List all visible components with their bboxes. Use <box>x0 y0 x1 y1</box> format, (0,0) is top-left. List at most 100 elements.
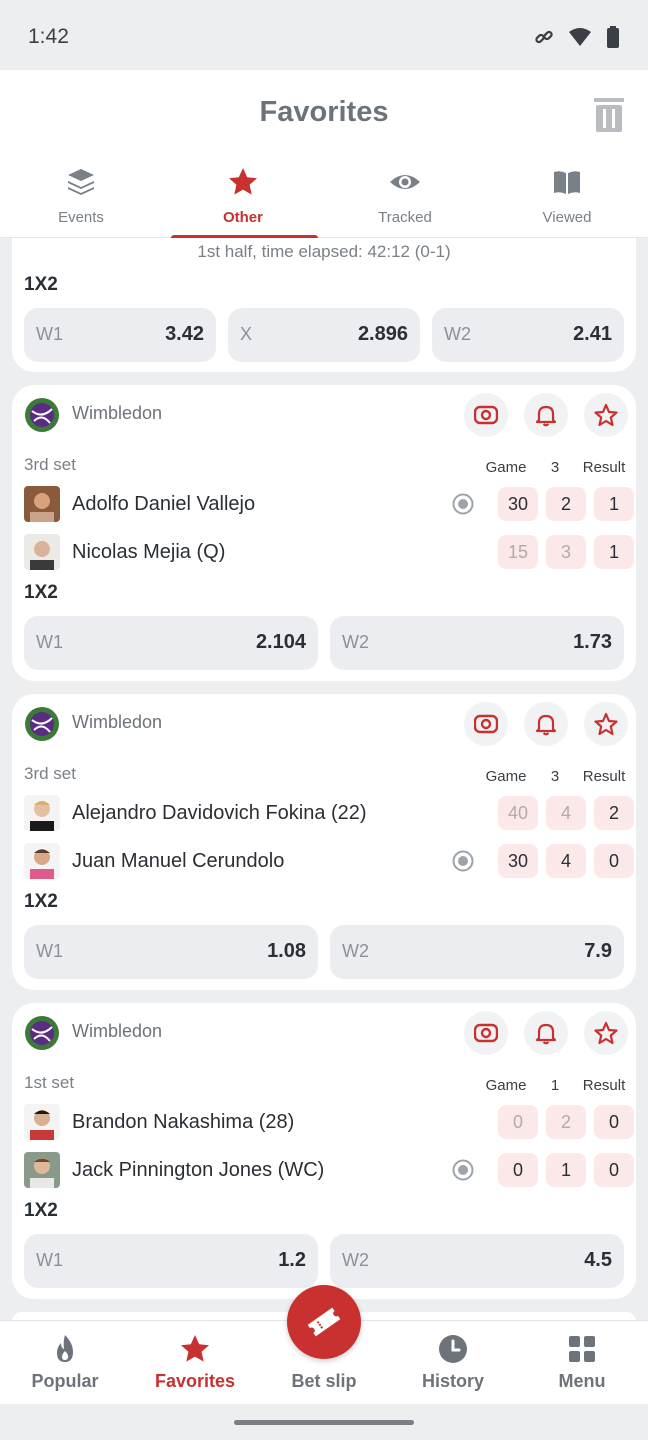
score-game: 0 <box>498 1153 538 1187</box>
odds-button-x[interactable]: X 2.896 <box>228 308 420 362</box>
score-result: 2 <box>594 796 634 830</box>
serve-indicator-icon <box>452 1159 474 1181</box>
market-label: 1X2 <box>24 582 58 603</box>
match-card[interactable]: Wimbledon 3rd set Game 3 Result Adolfo D… <box>12 385 636 681</box>
home-indicator[interactable] <box>234 1420 414 1425</box>
odds-button-w1[interactable]: W1 3.42 <box>24 308 216 362</box>
col-header-set: 1 <box>550 1077 560 1094</box>
odds-label: W2 <box>342 632 369 652</box>
col-header-result: Result <box>582 459 626 476</box>
player-avatar <box>24 1152 60 1188</box>
score-game: 30 <box>498 487 538 521</box>
favorite-button[interactable] <box>584 393 628 437</box>
status-bar: 1:42 <box>0 0 648 70</box>
score-set: 4 <box>546 796 586 830</box>
odds-value: 2.104 <box>255 631 306 653</box>
score-result: 1 <box>594 487 634 521</box>
stream-icon <box>474 405 498 425</box>
link-icon <box>535 30 553 44</box>
gesture-bar <box>0 1404 648 1440</box>
bell-icon <box>535 405 557 427</box>
odds-label: W1 <box>36 941 63 961</box>
nav-favorites[interactable]: Favorites <box>130 1321 260 1405</box>
star-outline-icon <box>594 712 618 736</box>
nav-popular[interactable]: Popular <box>0 1321 130 1405</box>
odds-button-w2[interactable]: W2 7.9 <box>330 925 624 979</box>
score-set: 3 <box>546 535 586 569</box>
nav-label: History <box>421 1371 484 1391</box>
score-game: 40 <box>498 796 538 830</box>
market-label: 1X2 <box>24 891 58 912</box>
tab-tracked[interactable]: Tracked <box>324 162 486 238</box>
player-avatar <box>24 1104 60 1140</box>
col-header-game: Game <box>485 768 527 785</box>
wimbledon-logo-icon <box>25 398 59 432</box>
odds-button-w2[interactable]: W2 2.41 <box>432 308 624 362</box>
odds-button-w1[interactable]: W1 1.2 <box>24 1234 318 1288</box>
star-icon <box>229 168 257 195</box>
odds-button-w2[interactable]: W2 4.5 <box>330 1234 624 1288</box>
star-icon <box>181 1335 209 1362</box>
score-game: 0 <box>498 1105 538 1139</box>
match-card[interactable]: Wimbledon 3rd set Game 3 Result Alejandr… <box>12 694 636 990</box>
score-result: 0 <box>594 1105 634 1139</box>
odds-label: W1 <box>36 1250 63 1270</box>
player-name: Juan Manuel Cerundolo <box>72 850 285 872</box>
set-label: 1st set <box>24 1073 75 1092</box>
tab-viewed[interactable]: Viewed <box>486 162 648 238</box>
match-card[interactable]: Wimbledon 1st set Game 1 Result Brandon … <box>12 1003 636 1299</box>
notify-button[interactable] <box>524 702 568 746</box>
player-name: Adolfo Daniel Vallejo <box>72 493 256 515</box>
score-set: 2 <box>546 487 586 521</box>
market-label: 1X2 <box>24 274 58 295</box>
serve-indicator-icon <box>452 493 474 515</box>
favorite-button[interactable] <box>584 1011 628 1055</box>
tab-events[interactable]: Events <box>0 162 162 238</box>
tournament-name: Wimbledon <box>72 403 163 423</box>
odds-button-w2[interactable]: W2 1.73 <box>330 616 624 670</box>
player-avatar <box>24 534 60 570</box>
odds-label: W2 <box>342 1250 369 1270</box>
col-header-game: Game <box>485 1077 527 1094</box>
player-row: Nicolas Mejia (Q) 15 3 1 <box>24 533 634 571</box>
notify-button[interactable] <box>524 1011 568 1055</box>
favorites-tabs: Events Other Tracked Viewed <box>0 162 648 239</box>
nav-history[interactable]: History <box>388 1321 518 1405</box>
stream-button[interactable] <box>464 702 508 746</box>
tab-events-label: Events <box>58 209 104 226</box>
nav-menu[interactable]: Menu <box>517 1321 647 1405</box>
favorite-button[interactable] <box>584 702 628 746</box>
bet-slip-button[interactable] <box>287 1285 361 1359</box>
stream-icon <box>474 1023 498 1043</box>
book-icon <box>554 171 580 194</box>
app-header: Favorites Events Other Tracked Viewed <box>0 70 648 239</box>
odds-label: W1 <box>36 324 63 344</box>
col-header-set: 3 <box>550 768 560 785</box>
odds-label: W1 <box>36 632 63 652</box>
odds-button-w1[interactable]: W1 1.08 <box>24 925 318 979</box>
stream-button[interactable] <box>464 393 508 437</box>
match-card-partial[interactable]: 1st half, time elapsed: 42:12 (0-1) 1X2 … <box>12 238 636 372</box>
score-set: 1 <box>546 1153 586 1187</box>
wimbledon-logo-icon <box>25 707 59 741</box>
player-name: Nicolas Mejia (Q) <box>72 541 226 563</box>
star-outline-icon <box>594 403 618 427</box>
col-header-result: Result <box>582 768 626 785</box>
ticket-icon <box>307 1307 341 1337</box>
bell-icon <box>535 714 557 736</box>
tournament-name: Wimbledon <box>72 712 163 732</box>
nav-label: Bet slip <box>291 1371 357 1391</box>
odds-button-w1[interactable]: W1 2.104 <box>24 616 318 670</box>
player-name: Alejandro Davidovich Fokina (22) <box>72 802 367 824</box>
stream-button[interactable] <box>464 1011 508 1055</box>
nav-label: Menu <box>558 1371 606 1391</box>
notify-button[interactable] <box>524 393 568 437</box>
odds-label: W2 <box>444 324 471 344</box>
trash-icon[interactable] <box>594 96 624 132</box>
odds-value: 2.41 <box>573 323 612 345</box>
score-set: 4 <box>546 844 586 878</box>
nav-label: Favorites <box>154 1371 236 1391</box>
tab-other[interactable]: Other <box>162 162 324 239</box>
tournament-name: Wimbledon <box>72 1021 163 1041</box>
odds-value: 4.5 <box>584 1249 612 1271</box>
